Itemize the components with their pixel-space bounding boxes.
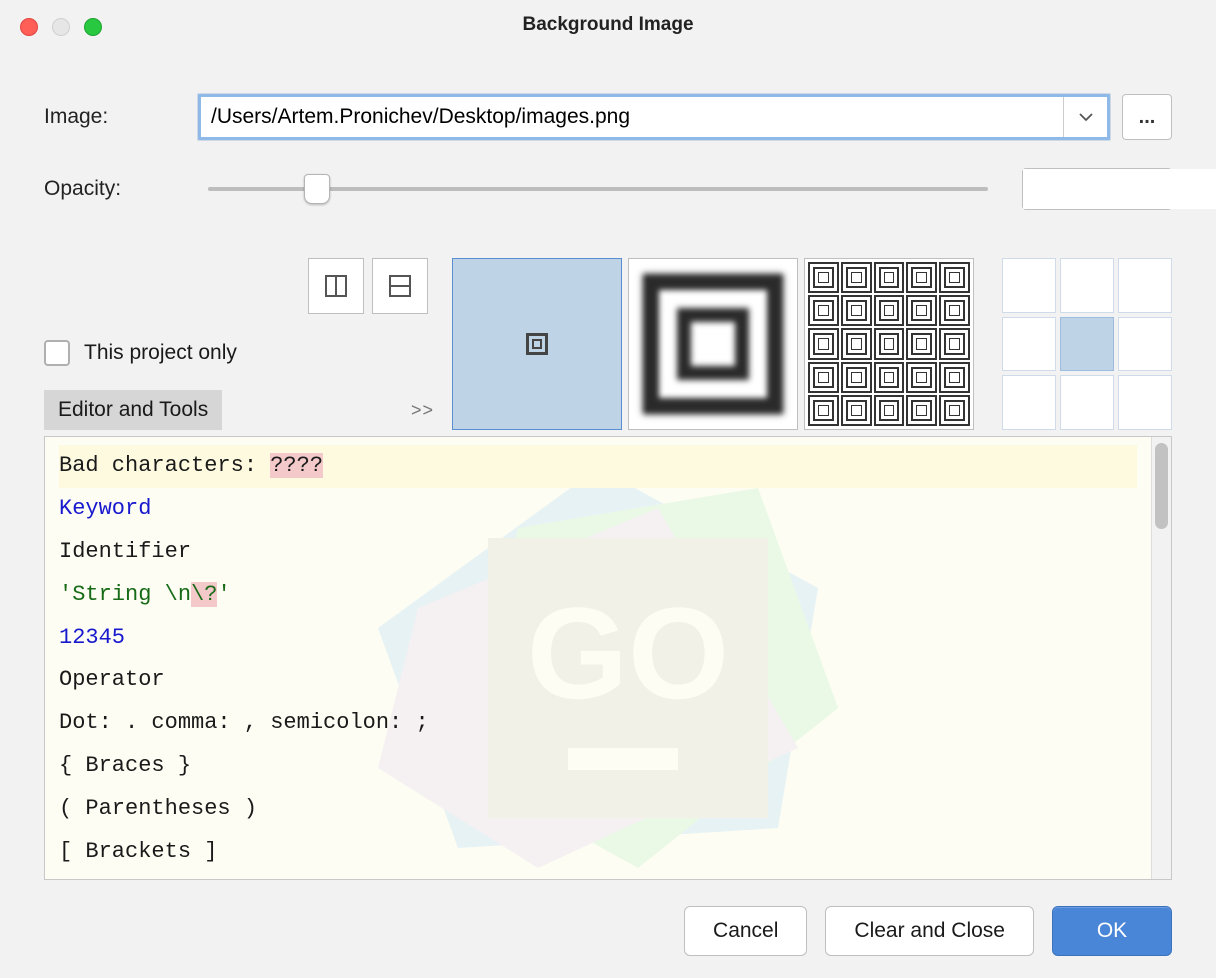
tile-icon — [808, 262, 839, 293]
anchor-bottom-left[interactable] — [1002, 375, 1056, 430]
anchor-top[interactable] — [1060, 258, 1114, 313]
code-line-3: Identifier — [59, 531, 1137, 574]
more-tabs-icon[interactable]: >> — [411, 400, 434, 421]
anchor-grid — [1002, 258, 1172, 430]
close-window-button[interactable] — [20, 18, 38, 36]
this-project-only-label: This project only — [84, 341, 237, 365]
code-line-8: { Braces } — [59, 745, 1137, 788]
this-project-only-checkbox[interactable] — [44, 340, 70, 366]
image-path-combobox[interactable] — [198, 94, 1110, 140]
plain-square-icon — [526, 333, 548, 355]
opacity-label: Opacity: — [44, 177, 174, 201]
preview-editor: GO Bad characters: ???? Keyword Identifi… — [44, 436, 1172, 880]
minimize-window-button[interactable] — [52, 18, 70, 36]
scrollbar-thumb[interactable] — [1155, 443, 1168, 529]
anchor-top-right[interactable] — [1118, 258, 1172, 313]
scale-square-icon — [643, 274, 783, 414]
code-line-1: Bad characters: ???? — [59, 445, 1137, 488]
image-path-input[interactable] — [201, 97, 1063, 137]
code-line-4: 'String \n\?' — [59, 574, 1137, 617]
title-bar: Background Image — [0, 0, 1216, 50]
code-line-7: Dot: . comma: , semicolon: ; — [59, 702, 1137, 745]
code-line-9: ( Parentheses ) — [59, 788, 1137, 831]
mirror-vertical-button[interactable] — [372, 258, 428, 314]
opacity-value-spinner[interactable]: ▲ ▼ — [1022, 168, 1172, 210]
editor-and-tools-tab[interactable]: Editor and Tools — [44, 390, 222, 430]
dialog-title: Background Image — [0, 14, 1216, 36]
anchor-left[interactable] — [1002, 317, 1056, 372]
slider-thumb[interactable] — [304, 174, 330, 204]
cancel-button[interactable]: Cancel — [684, 906, 807, 956]
fill-mode-plain-button[interactable] — [452, 258, 622, 430]
ok-button[interactable]: OK — [1052, 906, 1172, 956]
clear-and-close-button[interactable]: Clear and Close — [825, 906, 1034, 956]
window-controls — [20, 18, 102, 36]
code-line-6: Operator — [59, 659, 1137, 702]
opacity-value-input[interactable] — [1023, 169, 1216, 209]
preview-scrollbar[interactable] — [1151, 437, 1171, 879]
fill-mode-tile-button[interactable] — [804, 258, 974, 430]
dialog-footer: Cancel Clear and Close OK — [0, 884, 1216, 978]
anchor-right[interactable] — [1118, 317, 1172, 372]
anchor-center[interactable] — [1060, 317, 1114, 372]
anchor-bottom-right[interactable] — [1118, 375, 1172, 430]
opacity-slider[interactable] — [208, 174, 988, 204]
code-line-2: Keyword — [59, 488, 1137, 531]
image-row: Image: ... — [44, 94, 1172, 140]
anchor-top-left[interactable] — [1002, 258, 1056, 313]
mirror-horizontal-button[interactable] — [308, 258, 364, 314]
zoom-window-button[interactable] — [84, 18, 102, 36]
image-path-dropdown-icon[interactable] — [1063, 97, 1107, 137]
anchor-bottom[interactable] — [1060, 375, 1114, 430]
opacity-row: Opacity: ▲ ▼ — [44, 168, 1172, 210]
code-line-10: [ Brackets ] — [59, 831, 1137, 874]
fill-mode-scale-button[interactable] — [628, 258, 798, 430]
image-label: Image: — [44, 105, 174, 129]
code-line-5: 12345 — [59, 617, 1137, 660]
browse-button[interactable]: ... — [1122, 94, 1172, 140]
